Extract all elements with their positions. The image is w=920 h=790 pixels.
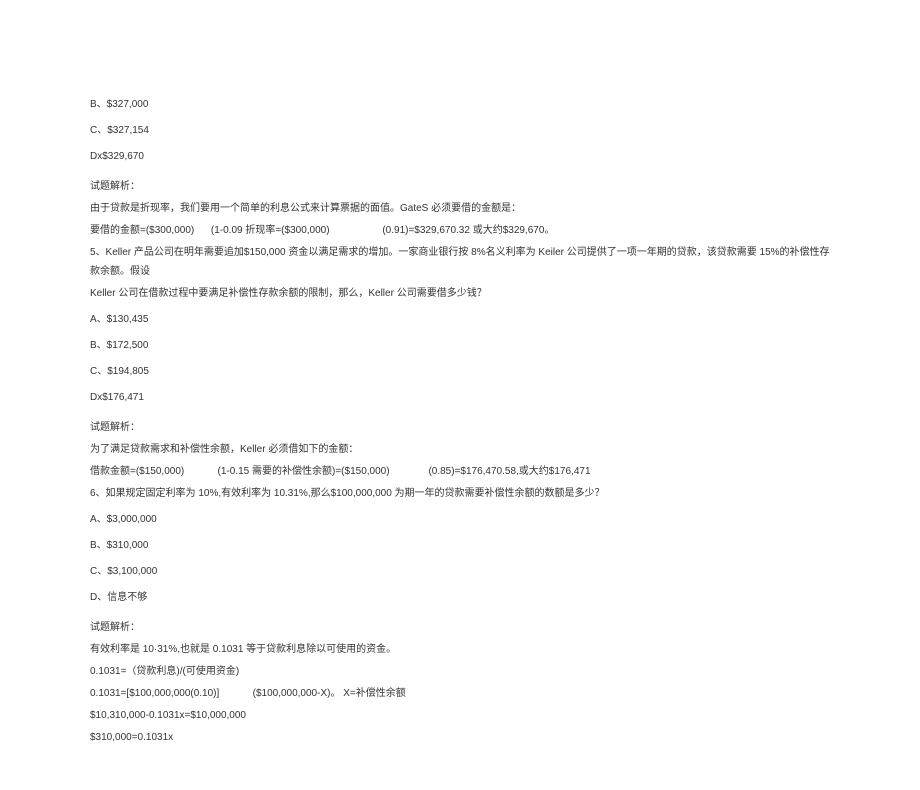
analysis-text-1a: 由于贷款是折现率，我们要用一个简单的利息公式来计算票据的面值。GateS 必须要…	[90, 199, 830, 218]
question-5: 5、Keller 产品公司在明年需要追加$150,000 资金以满足需求的增加。…	[90, 243, 830, 281]
option-d-2: Dx$176,471	[90, 388, 830, 407]
option-b-2: B、$172,500	[90, 336, 830, 355]
option-a-2: A、$130,435	[90, 310, 830, 329]
option-c-2: C、$194,805	[90, 362, 830, 381]
option-d-1: Dx$329,670	[90, 147, 830, 166]
analysis-label-1: 试题解析：	[90, 177, 830, 196]
option-c-3: C、$3,100,000	[90, 562, 830, 581]
analysis-text-2a: 为了满足贷款需求和补偿性余额，Keller 必须借如下的金额：	[90, 440, 830, 459]
analysis-text-2b: 借款金额=($150,000) (1-0.15 需要的补偿性余额)=($150,…	[90, 462, 830, 481]
option-b-3: B、$310,000	[90, 536, 830, 555]
option-c-1: C、$327,154	[90, 121, 830, 140]
analysis-text-3e: $310,000=0.1031x	[90, 728, 830, 747]
analysis-label-3: 试题解析：	[90, 618, 830, 637]
analysis-text-3a: 有效利率是 10·31%,也就是 0.1031 等于贷款利息除以可使用的资金。	[90, 640, 830, 659]
option-b-1: B、$327,000	[90, 95, 830, 114]
analysis-label-2: 试题解析：	[90, 418, 830, 437]
question-5b: Keller 公司在借款过程中要满足补偿性存款余额的限制，那么，Keller 公…	[90, 284, 830, 303]
analysis-text-3b: 0.1031=（贷款利息)/(可使用资金)	[90, 662, 830, 681]
analysis-text-3c: 0.1031=[$100,000,000(0.10)] ($100,000,00…	[90, 684, 830, 703]
question-6: 6、如果规定固定利率为 10%,有效利率为 10.31%,那么$100,000,…	[90, 484, 830, 503]
option-d-3: D、信息不够	[90, 588, 830, 607]
analysis-text-3d: $10,310,000-0.1031x=$10,000,000	[90, 706, 830, 725]
analysis-text-1b: 要借的金额=($300,000) (1-0.09 折现率=($300,000) …	[90, 221, 830, 240]
option-a-3: A、$3,000,000	[90, 510, 830, 529]
